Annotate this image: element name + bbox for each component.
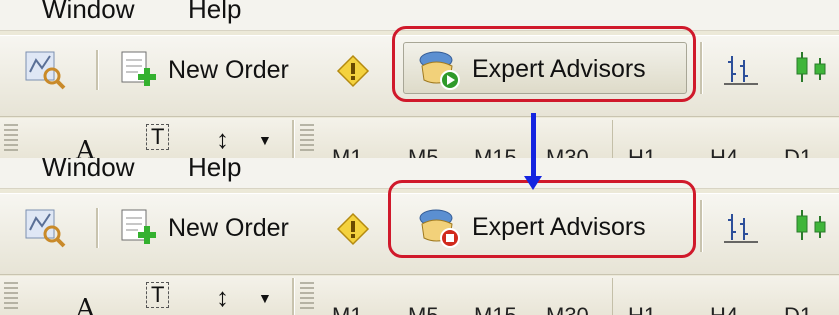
menu-bar: Window Help — [0, 0, 839, 31]
bar-chart-icon — [724, 214, 758, 243]
toolbar-separator — [700, 42, 703, 94]
timeframe-m5[interactable]: M5 — [408, 303, 439, 315]
text-tool-icon[interactable]: A — [76, 294, 95, 315]
toolbar-separator — [292, 120, 295, 160]
alerts-button[interactable] — [336, 54, 370, 88]
chevron-down-icon[interactable]: ▼ — [258, 132, 272, 148]
toolbar-grip[interactable] — [4, 124, 18, 154]
toolbar-grip[interactable] — [4, 282, 18, 312]
candlestick-button[interactable] — [790, 50, 830, 88]
toolbar-separator — [700, 200, 703, 252]
toolbar-separator — [96, 50, 99, 90]
market-watch-button[interactable] — [22, 46, 68, 92]
timeframe-h4[interactable]: H4 — [710, 303, 738, 315]
standard-toolbar: New Order Expert Advisors — [0, 35, 839, 117]
arrow-tool-icon[interactable]: ↕ — [216, 124, 229, 155]
timeframe-m15[interactable]: M15 — [474, 303, 517, 315]
chart-zoom-icon — [25, 209, 66, 248]
expert-advisors-label: Expert Advisors — [472, 54, 646, 83]
warning-icon — [336, 54, 370, 88]
candlestick-button[interactable] — [790, 208, 830, 246]
new-order-button[interactable]: New Order — [116, 206, 289, 250]
toolbar-separator — [292, 278, 295, 315]
screenshot-after: Window Help New Order Expert Advisors A … — [0, 158, 839, 315]
expert-advisors-label: Expert Advisors — [472, 212, 646, 241]
menu-bar: Window Help — [0, 158, 839, 189]
arrow-head — [524, 176, 542, 190]
timeframe-d1[interactable]: D1 — [784, 303, 812, 315]
text-tool-icon[interactable]: A — [76, 136, 95, 160]
toolbar-separator — [612, 278, 613, 315]
candlestick-icon — [796, 52, 826, 82]
alerts-button[interactable] — [336, 212, 370, 246]
new-order-label: New Order — [168, 213, 289, 242]
menu-window[interactable]: Window — [42, 0, 134, 25]
timeframe-m1[interactable]: M1 — [332, 303, 363, 315]
chart-zoom-icon — [25, 51, 66, 90]
new-order-button[interactable]: New Order — [116, 48, 289, 92]
warning-icon — [336, 212, 370, 246]
bar-chart-icon — [724, 56, 758, 85]
market-watch-button[interactable] — [22, 204, 68, 250]
text-label-tool-icon[interactable]: T — [146, 282, 170, 308]
new-order-icon — [121, 51, 156, 86]
toolbar-grip[interactable] — [300, 124, 314, 154]
timeframe-h1[interactable]: H1 — [628, 303, 656, 315]
timeframes-toolbar: A T ↕ ▼ M1 M5 M15 M30 H1 H4 D1 — [0, 276, 839, 315]
expert-advisors-icon — [419, 51, 460, 90]
bar-chart-button[interactable] — [722, 210, 762, 246]
candlestick-icon — [796, 210, 826, 240]
text-label-tool-icon[interactable]: T — [146, 124, 170, 150]
standard-toolbar: New Order Expert Advisors — [0, 193, 839, 275]
toolbar-grip[interactable] — [300, 282, 314, 312]
expert-advisors-button[interactable]: Expert Advisors — [416, 46, 646, 92]
expert-advisors-icon — [419, 209, 460, 248]
timeframes-toolbar: A T ↕ ▼ M1 M5 M15 M30 H1 H4 D1 — [0, 118, 839, 160]
bar-chart-button[interactable] — [722, 52, 762, 88]
screenshot-before: Window Help New Order Expert Advisors A … — [0, 0, 839, 160]
toolbar-separator — [96, 208, 99, 248]
toolbar-separator — [612, 120, 613, 160]
new-order-icon — [121, 209, 156, 244]
arrow-tool-icon[interactable]: ↕ — [216, 282, 229, 313]
timeframe-m30[interactable]: M30 — [546, 303, 589, 315]
menu-help[interactable]: Help — [188, 0, 241, 25]
menu-help[interactable]: Help — [188, 158, 241, 183]
transition-arrow — [531, 113, 536, 178]
chevron-down-icon[interactable]: ▼ — [258, 290, 272, 306]
menu-window[interactable]: Window — [42, 158, 134, 183]
expert-advisors-button[interactable]: Expert Advisors — [416, 204, 646, 250]
new-order-label: New Order — [168, 55, 289, 84]
